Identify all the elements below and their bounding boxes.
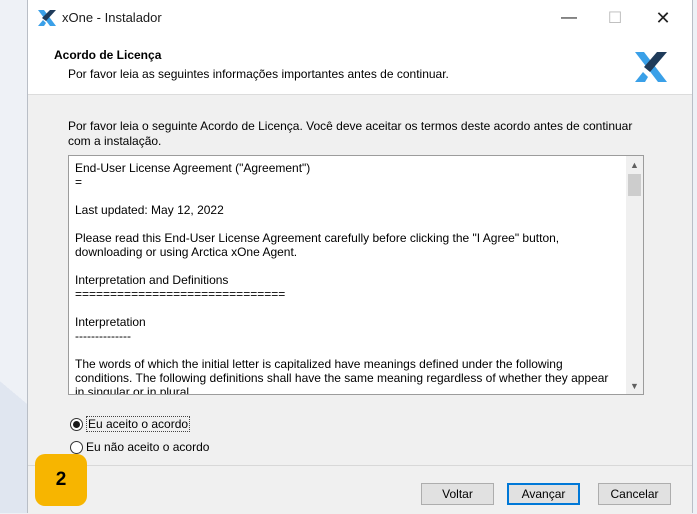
license-line bbox=[75, 217, 620, 231]
license-line: ============================== bbox=[75, 287, 286, 301]
license-line bbox=[75, 301, 620, 315]
license-line: End-User License Agreement ("Agreement") bbox=[75, 161, 311, 175]
close-button[interactable]: ✕ bbox=[640, 0, 686, 36]
chevron-up-icon[interactable]: ▲ bbox=[626, 156, 643, 173]
maximize-button[interactable]: ☐ bbox=[592, 0, 638, 36]
title-bar[interactable]: xOne - Instalador — ☐ ✕ bbox=[28, 0, 692, 36]
minimize-icon: — bbox=[561, 9, 577, 26]
decline-agreement-option[interactable]: Eu não aceito o acordo bbox=[70, 439, 209, 455]
license-line bbox=[75, 189, 620, 203]
license-line: = bbox=[75, 175, 83, 189]
minimize-button[interactable]: — bbox=[546, 0, 592, 36]
decline-radio[interactable] bbox=[70, 440, 83, 454]
scroll-thumb[interactable] bbox=[628, 174, 641, 196]
accept-radio[interactable] bbox=[70, 417, 83, 431]
license-line: Please read this End-User License Agreem… bbox=[75, 231, 563, 259]
close-icon: ✕ bbox=[655, 7, 671, 28]
license-intro: Por favor leia o seguinte Acordo de Lice… bbox=[68, 119, 633, 148]
license-line: Interpretation and Definitions bbox=[75, 273, 229, 287]
next-button[interactable]: Avançar bbox=[507, 483, 580, 505]
back-button[interactable]: Voltar bbox=[421, 483, 494, 505]
wizard-footer: Voltar Avançar Cancelar bbox=[28, 465, 692, 514]
license-line: Interpretation bbox=[75, 315, 146, 329]
accept-label[interactable]: Eu aceito o acordo bbox=[86, 416, 191, 432]
maximize-icon: ☐ bbox=[607, 10, 623, 27]
chevron-down-icon[interactable]: ▼ bbox=[626, 377, 643, 394]
license-line bbox=[75, 259, 620, 273]
step-badge: 2 bbox=[35, 454, 87, 506]
window-title: xOne - Instalador bbox=[62, 10, 162, 25]
license-scrollbar[interactable]: ▲ ▼ bbox=[626, 156, 643, 394]
license-line: The words of which the initial letter is… bbox=[75, 357, 612, 395]
accept-agreement-option[interactable]: Eu aceito o acordo bbox=[70, 416, 191, 432]
license-line: -------------- bbox=[75, 329, 131, 343]
page-title: Acordo de Licença bbox=[54, 48, 162, 62]
license-line bbox=[75, 343, 620, 357]
installer-window: xOne - Instalador — ☐ ✕ Acordo de Licenç… bbox=[27, 0, 693, 514]
page-subtitle: Por favor leia as seguintes informações … bbox=[68, 67, 449, 81]
license-line: Last updated: May 12, 2022 bbox=[75, 203, 224, 217]
decline-label[interactable]: Eu não aceito o acordo bbox=[86, 440, 209, 454]
wizard-content: Por favor leia o seguinte Acordo de Lice… bbox=[28, 95, 692, 465]
license-text: End-User License Agreement ("Agreement")… bbox=[75, 161, 620, 395]
cancel-button[interactable]: Cancelar bbox=[598, 483, 671, 505]
license-text-area[interactable]: End-User License Agreement ("Agreement")… bbox=[68, 155, 644, 395]
xone-logo-icon bbox=[38, 10, 56, 26]
xone-logo-icon bbox=[635, 52, 667, 82]
wizard-header: Acordo de Licença Por favor leia as segu… bbox=[28, 36, 692, 95]
